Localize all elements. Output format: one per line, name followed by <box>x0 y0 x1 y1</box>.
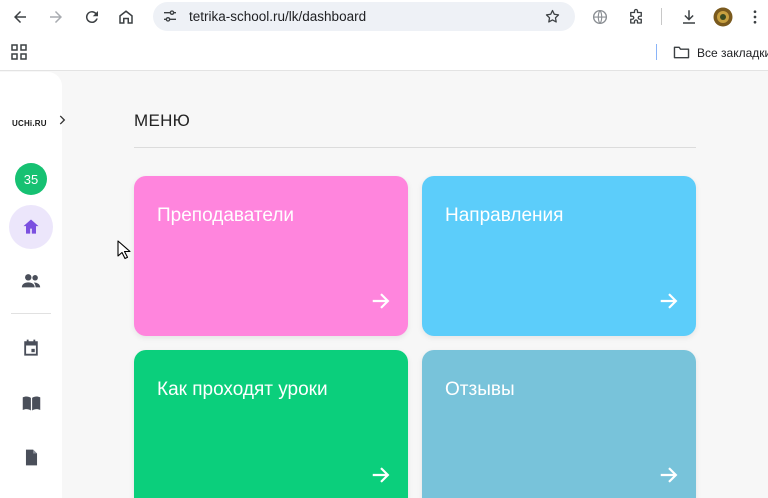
avatar-icon <box>713 7 733 27</box>
chevron-right-icon <box>59 115 66 125</box>
bookmarks-bar: Все закладки <box>0 34 768 71</box>
reload-icon <box>85 11 98 24</box>
logo[interactable]: UCHi.RU <box>12 119 47 128</box>
profile-button[interactable] <box>713 7 733 27</box>
forward-button[interactable] <box>44 5 68 29</box>
bookmarks-divider <box>656 44 657 60</box>
sidebar-item-calendar[interactable] <box>9 326 53 370</box>
people-icon <box>21 274 41 288</box>
arrow-right-icon <box>372 467 390 483</box>
download-icon <box>683 10 695 24</box>
card-title: Направления <box>445 205 564 226</box>
url-text: tetrika-school.ru/lk/dashboard <box>189 9 367 24</box>
card-reviews[interactable]: Отзывы <box>422 350 696 498</box>
arrow-right-icon <box>660 467 678 483</box>
sidebar-item-library[interactable] <box>9 381 53 425</box>
card-title: Как проходят уроки <box>157 379 328 400</box>
kebab-menu-icon <box>753 10 757 24</box>
sidebar-item-documents[interactable] <box>9 435 53 479</box>
calendar-icon <box>24 339 38 356</box>
all-bookmarks-button[interactable]: Все закладки <box>673 45 768 60</box>
toolbar-divider <box>661 8 662 25</box>
downloads-button[interactable] <box>679 7 699 27</box>
book-icon <box>22 395 40 410</box>
browser-toolbar: tetrika-school.ru/lk/dashboard <box>0 0 768 34</box>
sidebar-item-home[interactable] <box>9 205 53 249</box>
bookmark-star-icon[interactable] <box>544 8 561 25</box>
home-icon <box>23 219 39 234</box>
mouse-cursor-icon <box>117 240 131 260</box>
card-teachers[interactable]: Преподаватели <box>134 176 408 336</box>
card-title: Отзывы <box>445 379 515 400</box>
sidebar: UCHi.RU 35 <box>0 72 66 498</box>
home-button[interactable] <box>114 5 138 29</box>
status-badge[interactable]: 35 <box>15 163 47 195</box>
address-bar[interactable]: tetrika-school.ru/lk/dashboard <box>153 2 575 31</box>
reload-button[interactable] <box>80 5 104 29</box>
sidebar-divider <box>11 313 51 314</box>
title-divider <box>134 147 696 148</box>
card-title: Преподаватели <box>157 205 295 226</box>
document-icon <box>25 449 37 465</box>
card-how-lessons-work[interactable]: Как проходят уроки <box>134 350 408 498</box>
globe-icon <box>592 9 608 25</box>
folder-icon <box>673 46 690 59</box>
sidebar-item-teachers[interactable] <box>9 259 53 303</box>
forward-arrow-icon <box>50 11 62 23</box>
all-bookmarks-label: Все закладки <box>697 45 768 60</box>
translate-button[interactable] <box>590 7 610 27</box>
browser-menu-button[interactable] <box>745 7 765 27</box>
home-outline-icon <box>119 10 133 24</box>
sidebar-expand-button[interactable] <box>52 110 72 130</box>
arrow-right-icon <box>660 293 678 309</box>
site-settings-icon[interactable] <box>162 8 178 24</box>
back-arrow-icon <box>14 11 26 23</box>
apps-button[interactable] <box>11 44 27 65</box>
extensions-button[interactable] <box>626 7 646 27</box>
card-directions[interactable]: Направления <box>422 176 696 336</box>
puzzle-icon <box>630 8 642 24</box>
apps-grid-icon <box>11 44 27 60</box>
arrow-right-icon <box>372 293 390 309</box>
page-title: МЕНЮ <box>134 111 191 130</box>
back-button[interactable] <box>8 5 32 29</box>
